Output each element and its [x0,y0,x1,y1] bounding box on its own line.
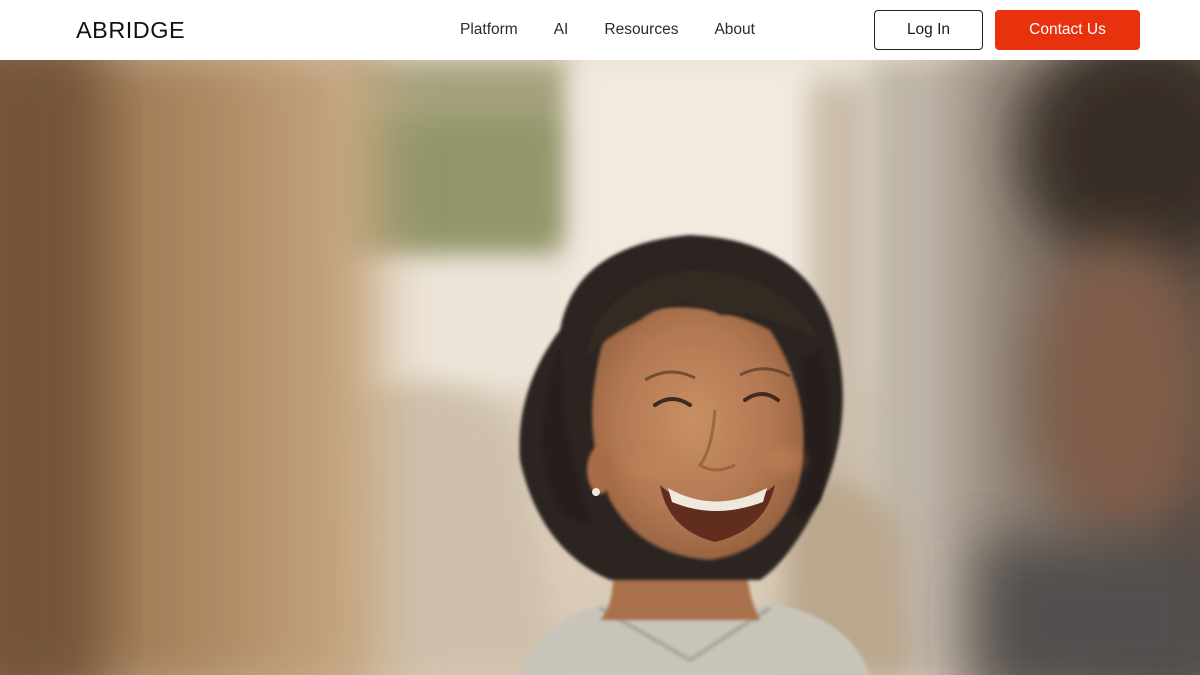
main-nav: Platform AI Resources About [460,0,755,60]
abridge-logo[interactable]: ABRIDGE [76,18,185,42]
nav-platform[interactable]: Platform [460,0,518,60]
site-header: ABRIDGE Platform AI Resources About Log … [0,0,1200,60]
hero-photo-illustration [0,60,1200,675]
hero-image [0,60,1200,675]
contact-us-button[interactable]: Contact Us [995,10,1140,50]
login-button[interactable]: Log In [874,10,983,50]
nav-resources[interactable]: Resources [604,0,678,60]
nav-about[interactable]: About [714,0,755,60]
nav-ai[interactable]: AI [554,0,569,60]
